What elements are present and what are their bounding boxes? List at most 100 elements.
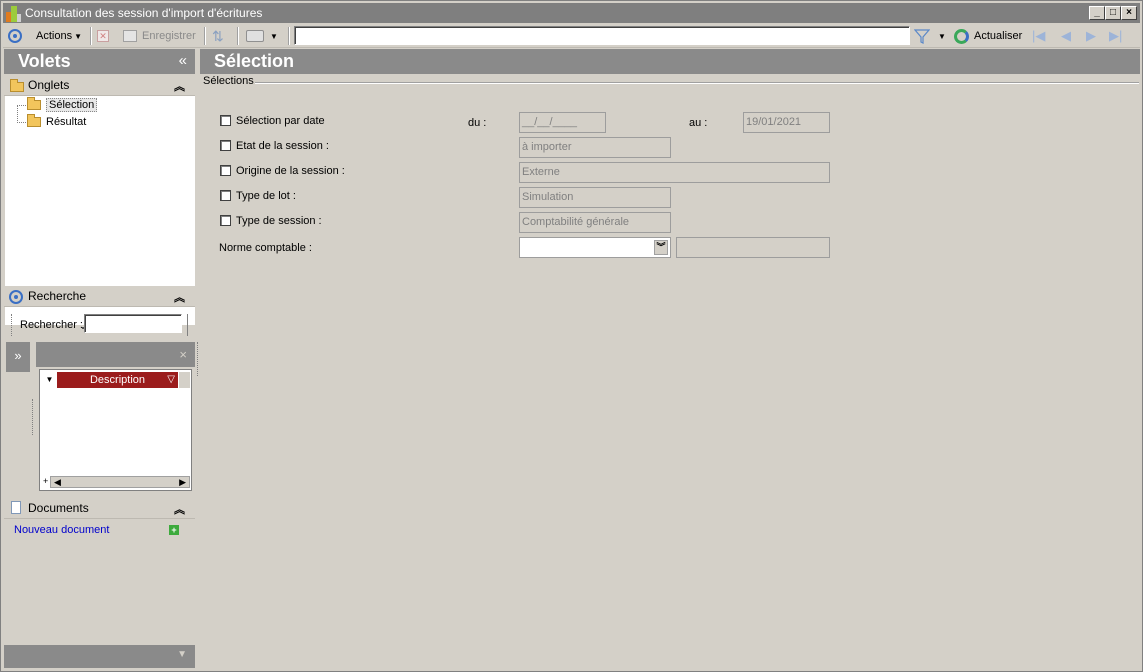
folder-icon: [10, 79, 24, 92]
from-date-field[interactable]: __/__/____: [519, 112, 606, 133]
refresh-button[interactable]: Actualiser: [954, 27, 1022, 45]
filter-icon[interactable]: ▼: [914, 27, 946, 45]
documents-section-header[interactable]: Documents ︽: [4, 498, 195, 519]
expand-grid-button[interactable]: »: [6, 342, 30, 372]
save-button[interactable]: Enregistrer: [123, 27, 196, 45]
panels-header: Volets «: [4, 49, 195, 74]
minimize-button[interactable]: _: [1089, 6, 1105, 20]
app-icon: [6, 6, 22, 22]
to-date-field[interactable]: 19/01/2021: [743, 112, 830, 133]
chevron-down-icon[interactable]: ▼: [177, 649, 187, 660]
session-origin-field[interactable]: Externe: [519, 162, 830, 183]
grid-header-bar: ×: [36, 342, 195, 367]
tree-item-label: Résultat: [46, 116, 87, 128]
toolbar: Actions ▼ ✕ Enregistrer ⇅ ▼ ▼ Actualiser: [3, 24, 1140, 48]
search-section-header[interactable]: Recherche ︽: [4, 286, 195, 307]
application-window: Consultation des session d'import d'écri…: [0, 0, 1143, 672]
chevron-down-icon: ▼: [74, 31, 82, 41]
collapse-section-icon[interactable]: ︽: [174, 78, 185, 94]
row-indicator-icon: ▼: [45, 375, 54, 384]
maximize-button[interactable]: □: [1105, 6, 1121, 20]
quick-search-input[interactable]: [294, 26, 910, 45]
collapse-panel-icon[interactable]: «: [179, 52, 187, 69]
batch-type-field[interactable]: Simulation: [519, 187, 671, 208]
date-selection-checkbox[interactable]: [220, 115, 231, 126]
first-record-icon[interactable]: |◀: [1032, 27, 1045, 45]
collapse-section-icon[interactable]: ︽: [174, 501, 185, 517]
delete-icon[interactable]: ✕: [97, 27, 109, 45]
search-row: Rechercher :: [4, 310, 195, 340]
last-record-icon[interactable]: ▶|: [1109, 27, 1122, 45]
tree-item-selection[interactable]: Sélection: [27, 97, 98, 113]
print-icon[interactable]: ▼: [246, 27, 278, 45]
collapse-section-icon[interactable]: ︽: [174, 289, 185, 305]
close-grid-icon[interactable]: ×: [179, 347, 187, 362]
tabs-section-header[interactable]: Onglets ︽: [4, 75, 195, 96]
batch-type-label: Type de lot :: [236, 190, 296, 202]
accounting-standard-select[interactable]: ︾: [519, 237, 671, 258]
search-section-icon: [9, 290, 23, 304]
group-divider: [255, 82, 1139, 84]
add-document-icon[interactable]: +: [169, 525, 179, 535]
document-icon: [11, 501, 21, 514]
documents-section-title: Documents: [28, 501, 89, 515]
tree-line: [17, 122, 26, 123]
open-folder-icon: [27, 97, 41, 110]
previous-record-icon[interactable]: ◀: [1061, 27, 1071, 45]
window-title: Consultation des session d'import d'écri…: [25, 6, 263, 20]
horizontal-scrollbar[interactable]: + ◀ ▶: [43, 476, 190, 488]
chevron-down-icon[interactable]: ▼: [270, 32, 278, 41]
drag-handle[interactable]: [32, 399, 33, 435]
main-header: Sélection: [200, 49, 1140, 74]
session-type-label: Type de session :: [236, 215, 322, 227]
scroll-left-icon[interactable]: ◀: [54, 477, 61, 488]
toolbar-separator: [204, 27, 206, 45]
close-button[interactable]: ×: [1121, 6, 1137, 20]
column-filter-icon[interactable]: ▽: [167, 372, 175, 388]
title-bar: Consultation des session d'import d'écri…: [3, 3, 1140, 23]
grid-column-description[interactable]: Description ▽: [57, 372, 178, 388]
session-state-checkbox[interactable]: [220, 140, 231, 151]
accounting-standard-description: [676, 237, 830, 258]
double-chevron-down-icon[interactable]: ︾: [654, 240, 668, 255]
sync-icon[interactable]: ⇅: [212, 27, 228, 45]
tree-item-result[interactable]: Résultat: [27, 114, 86, 130]
actions-menu-button[interactable]: Actions ▼: [36, 27, 82, 45]
side-panel: Volets « Onglets ︽ Sélection Résultat Re…: [4, 49, 198, 669]
toolbar-separator: [237, 27, 239, 45]
add-row-icon[interactable]: +: [43, 476, 48, 486]
chevron-down-icon[interactable]: ▼: [938, 32, 946, 41]
panels-title: Volets: [18, 51, 71, 71]
search-input[interactable]: [84, 314, 182, 333]
session-type-field[interactable]: Comptabilité générale: [519, 212, 671, 233]
column-filler: [179, 372, 190, 388]
selections-group-legend: Sélections: [203, 75, 254, 87]
session-state-label: Etat de la session :: [236, 140, 329, 152]
drag-handle[interactable]: [11, 314, 12, 336]
tabs-section-title: Onglets: [28, 78, 70, 92]
date-selection-label: Sélection par date: [236, 115, 325, 127]
tree-line: [17, 105, 18, 123]
next-record-icon[interactable]: ▶: [1086, 27, 1096, 45]
drag-handle[interactable]: [197, 342, 198, 376]
search-label: Rechercher :: [20, 319, 83, 331]
search-results-grid: × ▼ Description ▽ + ◀ ▶: [36, 342, 195, 492]
save-label: Enregistrer: [142, 30, 196, 42]
refresh-label: Actualiser: [974, 30, 1023, 42]
scroll-right-icon[interactable]: ▶: [179, 477, 186, 488]
new-document-link[interactable]: Nouveau document: [14, 524, 109, 536]
column-label: Description: [89, 374, 146, 386]
session-state-field[interactable]: à importer: [519, 137, 671, 158]
tree-item-label: Sélection: [46, 98, 98, 112]
tree-line: [17, 105, 26, 106]
session-origin-checkbox[interactable]: [220, 165, 231, 176]
panel-bottom-bar: ▼: [4, 645, 195, 668]
actions-label: Actions: [36, 30, 73, 42]
session-origin-label: Origine de la session :: [236, 165, 345, 177]
actions-icon[interactable]: [8, 27, 22, 45]
from-label: du :: [468, 117, 487, 129]
save-icon: [123, 30, 137, 42]
refresh-icon: [954, 28, 969, 44]
session-type-checkbox[interactable]: [220, 215, 231, 226]
batch-type-checkbox[interactable]: [220, 190, 231, 201]
